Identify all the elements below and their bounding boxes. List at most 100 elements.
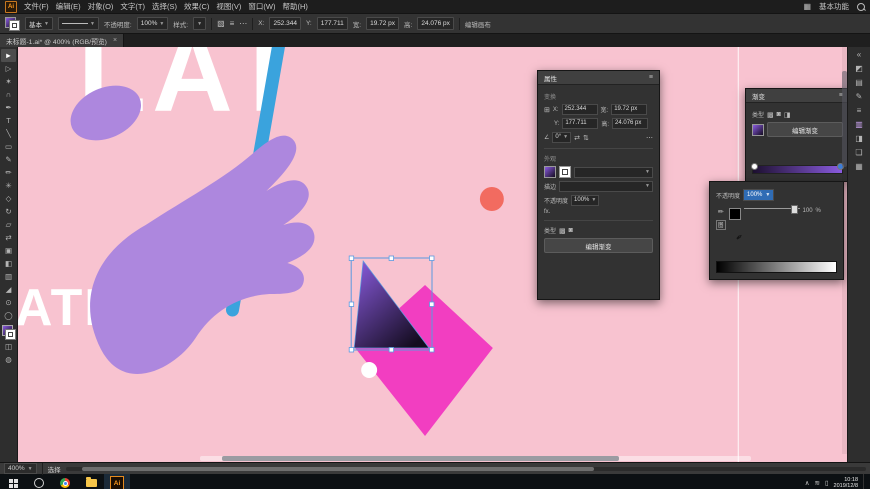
opacity-slider-handle[interactable]: [790, 205, 798, 214]
cortana-search-button[interactable]: [26, 474, 52, 489]
white-dot-shape[interactable]: [361, 362, 378, 378]
selection-tool[interactable]: ►: [1, 49, 16, 62]
fill-stroke-swatches[interactable]: [5, 16, 20, 31]
edit-artboard-button[interactable]: 编辑画布: [465, 19, 491, 29]
volume-icon[interactable]: ▯: [825, 479, 829, 487]
line-tool[interactable]: ╲: [1, 127, 16, 140]
opacity-slider[interactable]: [743, 205, 800, 214]
paintbrush-tool[interactable]: ✎: [1, 153, 16, 166]
props-h-input[interactable]: 24.076 px: [612, 118, 649, 129]
close-tab-icon[interactable]: ×: [113, 37, 117, 44]
menu-view[interactable]: 视图(V): [216, 1, 241, 12]
status-scrollbar-thumb[interactable]: [81, 466, 594, 471]
style-select[interactable]: ▼: [193, 17, 207, 30]
eyedropper-icon[interactable]: ✏: [718, 208, 724, 216]
horizontal-scrollbar-thumb[interactable]: [222, 456, 619, 461]
height-input[interactable]: 24.076 px: [417, 17, 454, 30]
collapse-panels-icon[interactable]: «: [857, 50, 861, 59]
zoom-level-select[interactable]: 400% ▼: [4, 463, 37, 474]
menu-type[interactable]: 文字(T): [120, 1, 145, 12]
tray-expand-icon[interactable]: ∧: [805, 479, 810, 487]
rotation-input[interactable]: 0° ▼: [552, 132, 572, 143]
eyedropper-tool[interactable]: ◢: [1, 283, 16, 296]
gradient-panel-icon[interactable]: ▥: [855, 120, 863, 129]
menu-file[interactable]: 文件(F): [24, 1, 49, 12]
eraser-tool[interactable]: ◇: [1, 192, 16, 205]
linear-gradient-icon[interactable]: ▩: [767, 111, 774, 119]
shaper-tool[interactable]: ✳: [1, 179, 16, 192]
props-fill-swatch[interactable]: [544, 166, 556, 178]
chrome-taskbar-button[interactable]: [52, 474, 78, 489]
menu-edit[interactable]: 编辑(E): [56, 1, 81, 12]
status-scrollbar[interactable]: [65, 466, 866, 471]
horizontal-scrollbar[interactable]: [200, 456, 751, 461]
stroke-panel-icon[interactable]: ≡: [857, 106, 862, 115]
gradient-stop-left[interactable]: [751, 163, 758, 170]
swatches-panel-icon[interactable]: ▤: [855, 78, 863, 87]
illustrator-logo-icon[interactable]: Ai: [5, 0, 17, 13]
opacity-select[interactable]: 100% ▼: [136, 17, 169, 30]
search-icon[interactable]: [857, 2, 865, 11]
drawing-mode-icon[interactable]: ◫: [1, 340, 16, 353]
stroke-swatch[interactable]: [9, 19, 20, 31]
illustrator-taskbar-button[interactable]: Ai: [104, 474, 130, 489]
props-w-input[interactable]: 19.72 px: [611, 104, 648, 115]
y-input[interactable]: 177.711: [316, 17, 348, 30]
more-transform-icon[interactable]: ⋯: [646, 134, 653, 142]
zoom-tool[interactable]: ◯: [1, 309, 16, 322]
toolbar-fill-stroke-swatches[interactable]: [1, 325, 16, 340]
panel-menu-icon[interactable]: ≡: [649, 74, 653, 81]
lasso-tool[interactable]: ∩: [1, 88, 16, 101]
direct-selection-tool[interactable]: ▷: [1, 62, 16, 75]
props-x-input[interactable]: 252.344: [561, 104, 598, 115]
radial-gradient-icon[interactable]: ◙: [777, 111, 781, 118]
props-fill-select[interactable]: ▼: [574, 166, 653, 178]
edit-gradient-button[interactable]: 编辑渐变: [544, 238, 653, 253]
menu-effect[interactable]: 效果(C): [184, 1, 209, 12]
more-options-icon[interactable]: ⋯: [239, 19, 247, 28]
menu-help[interactable]: 帮助(H): [283, 1, 308, 12]
blend-tool[interactable]: ⊙: [1, 296, 16, 309]
red-dot-shape[interactable]: [479, 187, 504, 211]
linear-gradient-icon[interactable]: ▩: [559, 227, 566, 235]
gradient-preview-swatch[interactable]: [752, 123, 764, 136]
freeform-gradient-icon[interactable]: ◨: [784, 111, 791, 119]
pen-tool[interactable]: ✒: [1, 101, 16, 114]
rectangle-tool[interactable]: ▭: [1, 140, 16, 153]
flip-horizontal-icon[interactable]: ⇄: [574, 134, 580, 142]
width-tool[interactable]: ⇄: [1, 231, 16, 244]
workspace-switcher[interactable]: 基本功能: [819, 1, 849, 12]
reference-point-icon[interactable]: ⊞: [544, 106, 550, 114]
props-stroke-swatch[interactable]: [559, 166, 571, 178]
shape-builder-tool[interactable]: ◧: [1, 257, 16, 270]
width-profile-select[interactable]: ▼: [57, 17, 99, 30]
opacity-popup-input[interactable]: 100% ▼: [743, 189, 775, 201]
brush-definition-select[interactable]: 基本 ▼: [25, 17, 53, 30]
type-tool[interactable]: T: [1, 114, 16, 127]
x-input[interactable]: 252.344: [269, 17, 301, 30]
edit-gradient-button[interactable]: 编辑渐变: [767, 122, 843, 137]
props-y-input[interactable]: 177.711: [562, 118, 599, 129]
rotate-tool[interactable]: ↻: [1, 205, 16, 218]
file-explorer-taskbar-button[interactable]: [78, 474, 104, 489]
toolbar-stroke-swatch[interactable]: [4, 329, 16, 340]
gradient-tool[interactable]: ▥: [1, 270, 16, 283]
radial-gradient-icon[interactable]: ◙: [569, 227, 573, 234]
layers-panel-icon[interactable]: ▦: [855, 162, 863, 171]
appearance-panel-icon[interactable]: ❏: [855, 148, 862, 157]
canvas[interactable]: LAT ATION: [18, 47, 847, 462]
props-opacity-select[interactable]: 100% ▼: [571, 195, 600, 206]
network-icon[interactable]: ≋: [815, 479, 820, 487]
opacity-gradient-ramp[interactable]: [716, 261, 837, 273]
taskbar-clock[interactable]: 10:18 2019/12/8: [834, 477, 858, 489]
scale-tool[interactable]: ▱: [1, 218, 16, 231]
layout-grid-icon[interactable]: ▦: [803, 2, 811, 11]
menu-select[interactable]: 选择(S): [152, 1, 177, 12]
free-transform-tool[interactable]: ▣: [1, 244, 16, 257]
flip-vertical-icon[interactable]: ⇅: [583, 134, 589, 142]
brushes-panel-icon[interactable]: ✎: [856, 92, 863, 101]
show-desktop-button[interactable]: [863, 474, 867, 489]
document-tab[interactable]: 未标题-1.ai* @ 400% (RGB/预览) ×: [0, 34, 125, 47]
clip-option-box[interactable]: 图: [716, 220, 726, 230]
transparency-panel-icon[interactable]: ◨: [855, 134, 863, 143]
